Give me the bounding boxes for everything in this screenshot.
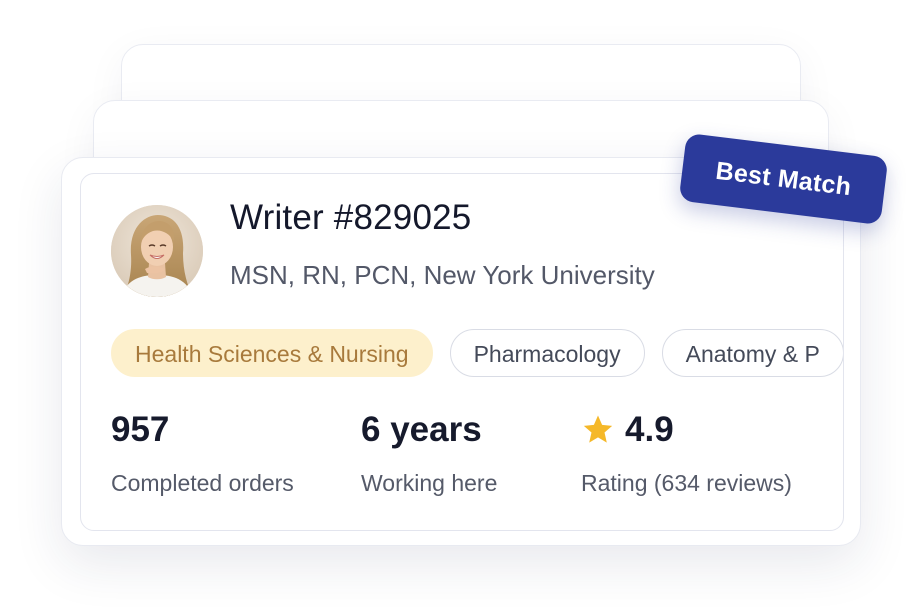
stat-rating-value-row: 4.9	[581, 410, 792, 450]
stat-completed-orders: 957 Completed orders	[111, 410, 294, 497]
stat-rating-label: Rating (634 reviews)	[581, 470, 792, 496]
stat-rating: 4.9 Rating (634 reviews)	[581, 410, 792, 497]
rating-value: 4.9	[625, 410, 674, 449]
tag-anatomy[interactable]: Anatomy & P	[661, 329, 843, 377]
stat-orders-value: 957	[111, 410, 170, 449]
writer-card[interactable]: Writer #829025 MSN, RN, PCN, New York Un…	[80, 173, 844, 531]
writer-credentials: MSN, RN, PCN, New York University	[230, 260, 655, 290]
stat-experience-label: Working here	[361, 470, 498, 496]
tag-pharmacology[interactable]: Pharmacology	[449, 329, 645, 377]
star-icon	[583, 415, 613, 443]
stat-orders-label: Completed orders	[111, 470, 294, 496]
writer-card-frame: Writer #829025 MSN, RN, PCN, New York Un…	[61, 157, 861, 546]
writer-photo	[111, 205, 203, 297]
avatar	[111, 205, 203, 297]
writer-name: Writer #829025	[230, 198, 472, 237]
subject-tags: Health Sciences & Nursing Pharmacology A…	[111, 329, 843, 377]
stat-experience-value: 6 years	[361, 410, 482, 449]
tag-health-sciences[interactable]: Health Sciences & Nursing	[111, 329, 433, 377]
stat-experience: 6 years Working here	[361, 410, 497, 497]
writer-card-stack: Writer #829025 MSN, RN, PCN, New York Un…	[0, 0, 923, 614]
